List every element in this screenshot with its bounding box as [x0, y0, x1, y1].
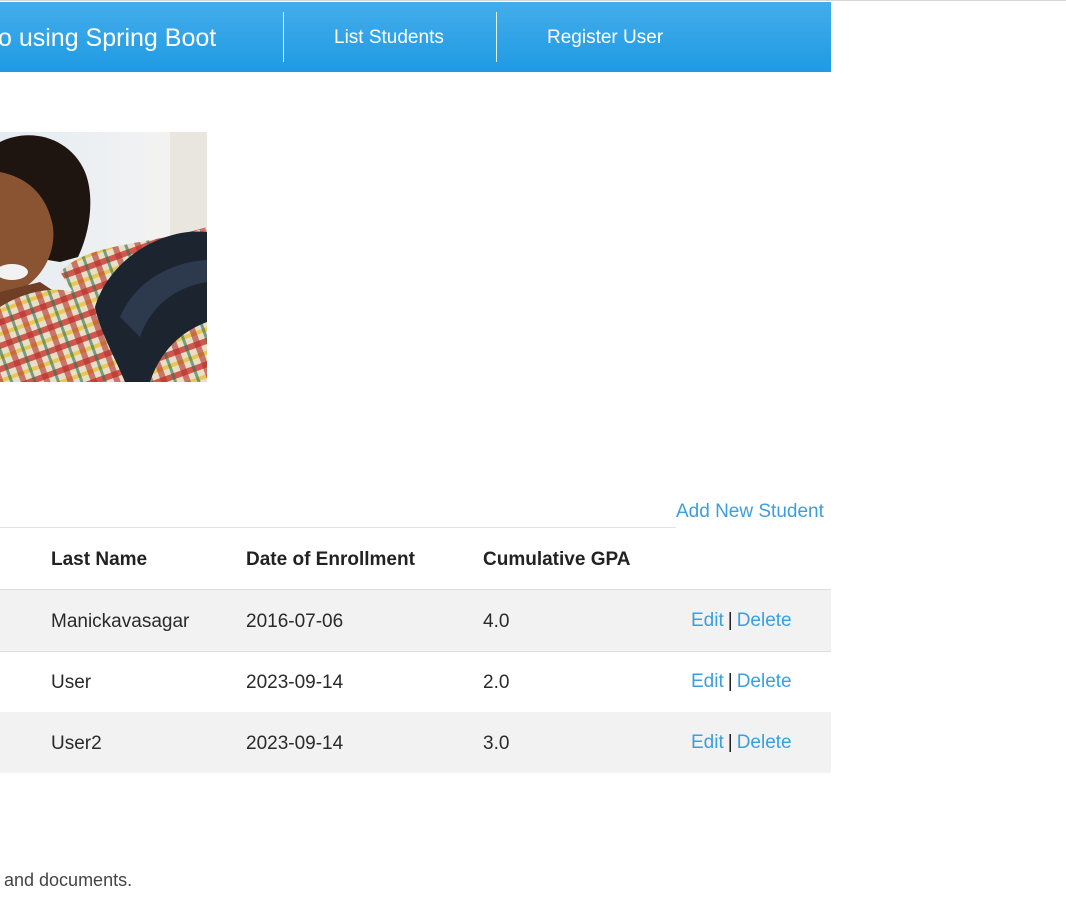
column-header-date-of-enrollment: Date of Enrollment	[246, 549, 415, 570]
column-header-cumulative-gpa: Cumulative GPA	[483, 549, 631, 570]
nav-divider	[283, 12, 284, 62]
table-row: Manickavasagar 2016-07-06 4.0 Edit | Delet…	[0, 590, 831, 652]
cell-date-of-enrollment: 2016-07-06	[246, 611, 344, 632]
cell-cumulative-gpa: 3.0	[483, 733, 510, 754]
cell-date-of-enrollment: 2023-09-14	[246, 733, 344, 754]
cell-last-name: Manickavasagar	[51, 611, 190, 632]
cell-date-of-enrollment: 2023-09-14	[246, 672, 344, 693]
footer-text: and documents.	[4, 870, 133, 890]
delete-link[interactable]: Delete	[737, 732, 792, 753]
row-actions: Edit | Delete	[691, 712, 792, 773]
add-new-student-link[interactable]: Add New Student	[676, 501, 824, 523]
edit-link[interactable]: Edit	[691, 732, 724, 753]
table-row: User2 2023-09-14 3.0 Edit | Delete	[0, 712, 831, 773]
delete-link[interactable]: Delete	[737, 671, 792, 692]
row-actions: Edit | Delete	[691, 590, 792, 651]
cell-cumulative-gpa: 4.0	[483, 611, 510, 632]
cell-cumulative-gpa: 2.0	[483, 672, 510, 693]
column-header-last-name: Last Name	[51, 549, 148, 570]
student-photo	[0, 132, 207, 382]
edit-link[interactable]: Edit	[691, 671, 724, 692]
student-photo-illustration	[0, 132, 207, 382]
top-rule	[0, 0, 1066, 1]
cell-last-name: User2	[51, 733, 102, 754]
nav-link-register-user[interactable]: Register User	[547, 2, 663, 72]
cell-last-name: User	[51, 672, 92, 693]
action-separator: |	[727, 732, 733, 753]
row-actions: Edit | Delete	[691, 651, 792, 712]
table-header: Last Name Date of Enrollment Cumulative …	[0, 528, 831, 591]
nav-link-list-students[interactable]: List Students	[334, 2, 444, 72]
navbar: o using Spring Boot List Students Regist…	[0, 2, 831, 72]
edit-link[interactable]: Edit	[691, 610, 724, 631]
action-separator: |	[727, 610, 733, 631]
nav-divider	[496, 12, 497, 62]
table-row: User 2023-09-14 2.0 Edit | Delete	[0, 651, 831, 713]
delete-link[interactable]: Delete	[737, 610, 792, 631]
brand-title[interactable]: o using Spring Boot	[0, 2, 216, 72]
action-separator: |	[727, 671, 733, 692]
